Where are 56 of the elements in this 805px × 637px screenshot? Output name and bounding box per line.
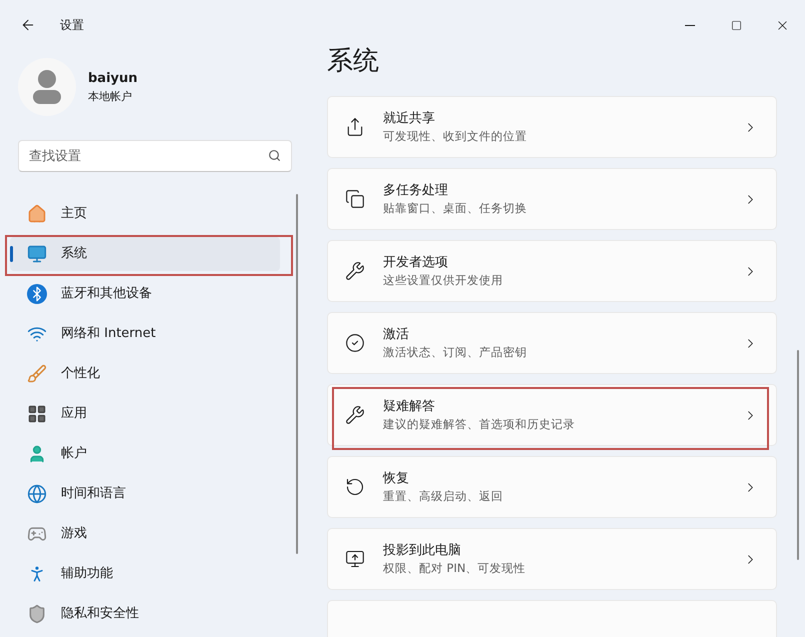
maximize-icon (730, 20, 742, 30)
search-icon (268, 149, 281, 162)
globe-icon (27, 484, 47, 504)
projector-icon (345, 549, 365, 569)
wrench-icon (345, 405, 365, 425)
sidebar-item[interactable]: 网络和 Internet (10, 317, 280, 351)
restore-icon (345, 477, 365, 497)
bluetooth-icon (27, 284, 47, 304)
brush-icon (27, 364, 47, 384)
settings-card[interactable]: 激活 激活状态、订阅、产品密钥 (327, 312, 777, 374)
card-title: 激活 (383, 326, 410, 344)
sidebar-item[interactable]: 主页 (10, 197, 280, 231)
search-field[interactable]: 查找设置 (18, 140, 292, 172)
card-title: 开发者选项 (383, 254, 449, 272)
page-title: 系统 (327, 45, 380, 78)
card-title: 多任务处理 (383, 182, 449, 200)
check-circle-icon (345, 333, 365, 353)
card-description: 这些设置仅供开发使用 (383, 272, 503, 288)
sidebar-item[interactable]: 游戏 (10, 517, 280, 551)
settings-card[interactable]: 开发者选项 这些设置仅供开发使用 (327, 240, 777, 302)
card-description: 可发现性、收到文件的位置 (383, 128, 527, 144)
sidebar-item[interactable]: 应用 (10, 397, 280, 431)
card-description: 建议的疑难解答、首选项和历史记录 (383, 416, 575, 432)
card-title: 投影到此电脑 (383, 542, 462, 560)
shield-icon (27, 604, 47, 624)
selection-indicator (10, 246, 13, 262)
windows-icon (345, 189, 365, 209)
sidebar-item[interactable]: 隐私和安全性 (10, 597, 280, 631)
person-icon (32, 69, 62, 105)
settings-card[interactable]: 疑难解答 建议的疑难解答、首选项和历史记录 (327, 384, 777, 446)
account-name: baiyun (88, 70, 138, 88)
sidebar-item[interactable]: 个性化 (10, 357, 280, 391)
grid-icon (27, 404, 47, 424)
settings-card[interactable]: 多任务处理 贴靠窗口、桌面、任务切换 (327, 168, 777, 230)
settings-card[interactable]: 就近共享 可发现性、收到文件的位置 (327, 96, 777, 158)
sidebar-item[interactable]: 帐户 (10, 437, 280, 471)
sidebar-item[interactable]: 蓝牙和其他设备 (10, 277, 280, 311)
account-type: 本地帐户 (88, 88, 133, 104)
window-title: 设置 (60, 17, 84, 34)
card-description: 贴靠窗口、桌面、任务切换 (383, 200, 527, 216)
card-title: 疑难解答 (383, 398, 436, 416)
card-title: 就近共享 (383, 110, 436, 128)
card-title: 恢复 (383, 470, 410, 488)
share-icon (345, 117, 365, 137)
card-description: 重置、高级启动、返回 (383, 488, 503, 504)
sidebar-item[interactable]: 辅助功能 (10, 557, 280, 591)
settings-card[interactable]: 恢复 重置、高级启动、返回 (327, 456, 777, 518)
monitor-icon (27, 244, 47, 264)
card-description: 权限、配对 PIN、可发现性 (383, 560, 526, 576)
home-icon (27, 204, 47, 224)
card-description: 激活状态、订阅、产品密钥 (383, 344, 527, 360)
sidebar-item[interactable]: 时间和语言 (10, 477, 280, 511)
sidebar-item[interactable]: 系统 (10, 237, 280, 271)
settings-card[interactable]: 投影到此电脑 权限、配对 PIN、可发现性 (327, 528, 777, 590)
tools-icon (345, 261, 365, 281)
minimize-icon (685, 24, 695, 26)
